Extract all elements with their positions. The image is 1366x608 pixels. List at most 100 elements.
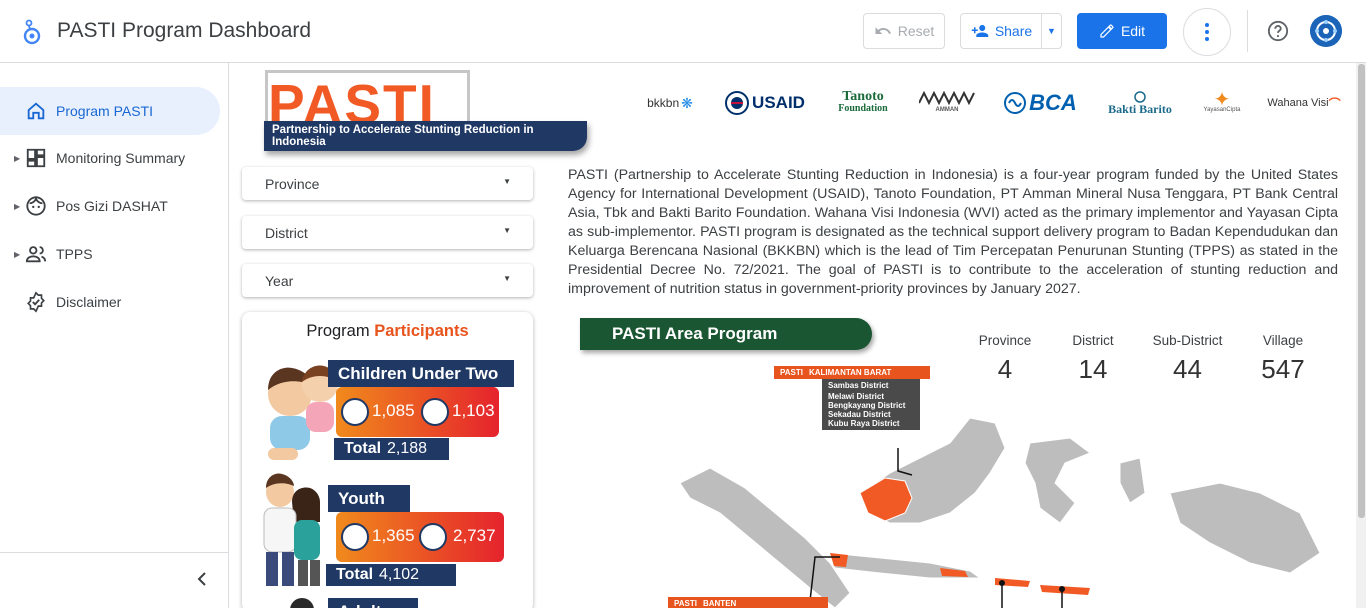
bca-logo-text: BCA — [1029, 90, 1077, 115]
bakti-barito-logo: Bakti Barito — [1102, 88, 1178, 118]
year-filter[interactable]: Year ▼ — [242, 264, 533, 297]
children-female-count: 1,103 — [452, 401, 495, 420]
bkkbn-mark-icon: ❋ — [681, 94, 693, 111]
caret-down-icon: ▼ — [1047, 26, 1056, 36]
children-count-pill: 1,085 1,103 — [336, 387, 499, 437]
collapse-sidebar-icon[interactable] — [192, 568, 212, 590]
area-program-banner: PASTI Area Program — [580, 318, 872, 350]
children-category-bar: Children Under Two — [328, 360, 514, 387]
top-bar: PASTI Program Dashboard Reset Share ▼ Ed… — [0, 0, 1366, 63]
province-filter[interactable]: Province ▼ — [242, 167, 533, 200]
kalbar-district-item: Bengkayang District — [828, 401, 906, 410]
verified-icon — [27, 291, 45, 313]
bkkbn-logo-text: bkkbn — [647, 96, 680, 110]
sidebar-divider — [0, 552, 229, 553]
participants-title: Program Participants — [242, 322, 533, 341]
kalbar-label-province: KALIMANTAN BARAT — [808, 368, 892, 377]
youth-female-count: 2,737 — [453, 526, 496, 545]
bca-mark-icon — [1004, 92, 1027, 114]
edit-button[interactable]: Edit — [1077, 13, 1167, 49]
youth-total-value: 4,102 — [379, 566, 420, 583]
kalbar-map-label: PASTI KALIMANTAN BARAT — [774, 366, 930, 379]
stat-label: District — [1072, 333, 1114, 348]
reset-button[interactable]: Reset — [863, 13, 945, 49]
pencil-icon — [1100, 24, 1114, 38]
share-dropdown-button[interactable]: ▼ — [1041, 13, 1062, 49]
kalbar-label-tag: PASTI — [780, 368, 803, 377]
province-filter-label: Province — [265, 175, 320, 192]
avatar-image-icon — [1310, 15, 1342, 47]
logo-tagline: Partnership to Accelerate Stunting Reduc… — [264, 121, 587, 151]
tanoto-logo-text: Tanoto — [842, 89, 884, 104]
sidebar-item-tpps[interactable]: ▶ TPPS — [0, 230, 220, 278]
year-filter-label: Year — [265, 272, 294, 289]
wahana-visi-mark-icon: ⌒ — [1328, 96, 1341, 111]
dropdown-arrow-icon: ▼ — [503, 226, 511, 235]
header-divider — [1247, 10, 1248, 52]
sidebar-item-program-pasti[interactable]: Program PASTI — [0, 87, 220, 135]
amman-logo-text: AMMAN — [935, 107, 959, 113]
help-icon[interactable] — [1267, 20, 1289, 42]
district-filter[interactable]: District ▼ — [242, 216, 533, 249]
stat-label: Province — [978, 333, 1032, 348]
tanoto-logo: Tanoto Foundation — [830, 88, 896, 118]
male-face-icon — [341, 398, 369, 426]
dropdown-arrow-icon: ▼ — [503, 177, 511, 186]
maluku-region — [1119, 457, 1146, 504]
reset-label: Reset — [897, 23, 935, 39]
female-face-icon — [419, 523, 447, 551]
kalbar-districts-list: Sambas District Melawi District Bengkaya… — [822, 379, 920, 430]
usaid-logo: USAID — [720, 88, 810, 118]
total-label: Total — [344, 440, 382, 457]
sidebar-item-disclaimer[interactable]: Disclaimer — [0, 278, 220, 326]
youth-category-bar: Youth — [328, 485, 410, 512]
wahana-visi-logo: Wahana Visi ⌒ — [1264, 88, 1344, 118]
people-icon — [25, 246, 47, 263]
youth-male-count: 1,365 — [372, 526, 415, 545]
expand-caret-icon[interactable]: ▶ — [14, 202, 20, 211]
children-total-bar: Total 2,188 — [334, 438, 449, 460]
kalbar-district-item: Sekadau District — [828, 410, 891, 419]
youth-total-bar: Total 4,102 — [326, 564, 456, 586]
sidebar-item-label: Pos Gizi DASHAT — [56, 198, 168, 214]
sidebar-item-label: Program PASTI — [56, 103, 153, 119]
usaid-logo-text: USAID — [752, 93, 805, 112]
edit-label: Edit — [1120, 23, 1146, 39]
usaid-seal-icon — [725, 91, 750, 115]
children-male-count: 1,085 — [372, 401, 415, 420]
bca-logo: BCA — [1000, 88, 1080, 118]
sidebar-item-label: Monitoring Summary — [56, 150, 186, 166]
bkkbn-logo: bkkbn ❋ — [640, 88, 700, 118]
kalbar-district-item: Kubu Raya District — [828, 419, 900, 428]
scrollbar-thumb[interactable] — [1358, 64, 1365, 518]
pasti-logo: PASTI Partnership to Accelerate Stunting… — [260, 66, 630, 161]
banten-region — [830, 553, 848, 567]
more-options-button[interactable] — [1183, 8, 1231, 56]
sidebar-item-monitoring-summary[interactable]: ▶ Monitoring Summary — [0, 134, 220, 182]
kalbar-label-header: PASTI KALIMANTAN BARAT — [774, 366, 930, 379]
account-avatar[interactable] — [1310, 15, 1342, 47]
amman-logo: AMMAN — [918, 88, 976, 118]
program-description: PASTI (Partnership to Accelerate Stuntin… — [568, 167, 1338, 297]
indonesia-map[interactable] — [650, 363, 1350, 608]
sidebar-item-pos-gizi-dashat[interactable]: ▶ Pos Gizi DASHAT — [0, 182, 220, 230]
expand-caret-icon[interactable]: ▶ — [14, 250, 20, 259]
district-filter-label: District — [265, 224, 308, 241]
sidebar-item-label: TPPS — [56, 246, 93, 262]
banten-label-province: BANTEN — [702, 599, 737, 608]
male-face-icon — [341, 523, 369, 551]
wahana-visi-logo-text: Wahana Visi — [1267, 97, 1329, 109]
undo-icon — [875, 27, 891, 34]
expand-caret-icon[interactable]: ▶ — [14, 154, 20, 163]
youth-count-pill: 1,365 2,737 — [336, 512, 504, 562]
kalbar-district-item: Melawi District — [828, 392, 885, 401]
children-total-value: 2,188 — [387, 440, 428, 457]
report-canvas: PASTI Partnership to Accelerate Stunting… — [230, 63, 1356, 608]
participants-card: Program Participants Children Under Two … — [242, 312, 533, 608]
adult-category-bar: Adult — [328, 598, 418, 608]
total-label: Total — [336, 566, 374, 583]
face-icon — [26, 195, 46, 216]
share-button[interactable]: Share — [960, 13, 1042, 49]
female-face-icon — [421, 398, 449, 426]
bakti-barito-logo-text: Bakti Barito — [1108, 102, 1172, 116]
